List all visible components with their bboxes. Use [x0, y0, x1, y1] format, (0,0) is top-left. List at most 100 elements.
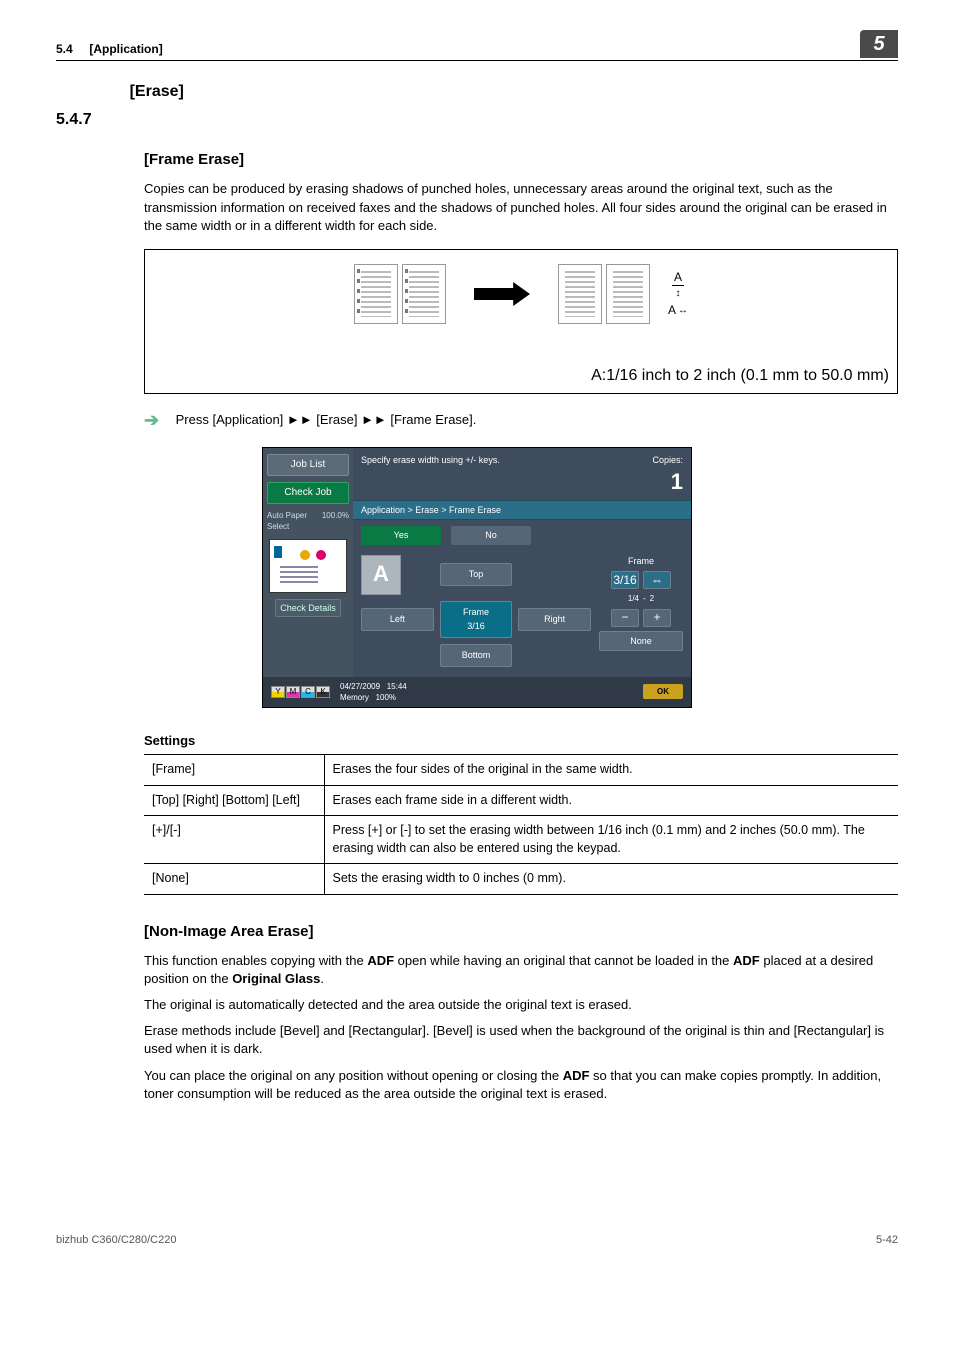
non-image-heading: [Non-Image Area Erase] — [144, 921, 898, 942]
running-header: 5.4 [Application] 5 — [56, 30, 898, 61]
non-image-p1: This function enables copying with the A… — [144, 952, 898, 988]
value-display-top-right: ⇔ — [643, 571, 671, 589]
document-after — [558, 264, 650, 324]
p1-c: open while having an original that canno… — [394, 953, 733, 968]
chapter-badge: 5 — [860, 30, 898, 58]
check-details-button[interactable]: Check Details — [275, 599, 341, 618]
no-button[interactable]: No — [451, 526, 531, 545]
zoom-percent: 100.0% — [322, 510, 349, 532]
footer-time: 15:44 — [387, 682, 407, 691]
nav-prefix: Press [Application] — [176, 412, 287, 427]
ui-breadcrumb: Application > Erase > Frame Erase — [353, 500, 691, 521]
none-button[interactable]: None — [599, 631, 683, 652]
auto-paper-label: Auto Paper Select — [267, 510, 322, 532]
section-number: 5.4.7 — [56, 109, 92, 131]
settings-table: [Frame]Erases the four sides of the orig… — [144, 754, 898, 895]
table-row: [+]/[-]Press [+] or [-] to set the erasi… — [144, 816, 898, 864]
nav-sep1: ►► — [287, 412, 313, 427]
footer-page: 5-42 — [876, 1233, 898, 1248]
copies-counter: Copies: 1 — [652, 454, 683, 497]
footer-model: bizhub C360/C280/C220 — [56, 1233, 176, 1248]
printer-ui-screenshot: Job List Check Job Auto Paper Select 100… — [262, 447, 692, 708]
minus-button[interactable]: − — [611, 609, 639, 627]
yes-button[interactable]: Yes — [361, 526, 441, 545]
job-list-button[interactable]: Job List — [267, 454, 349, 476]
setting-val: Erases the four sides of the original in… — [324, 755, 898, 786]
nav-step3: [Frame Erase]. — [390, 412, 476, 427]
frame-adjust-panel: Frame 3/16 ⇔ 1/4 - 2 − + None — [599, 555, 683, 667]
frame-button-value: 3/16 — [441, 620, 512, 633]
diagram-content: A ↕ A↔ — [145, 264, 897, 324]
document-before — [354, 264, 446, 324]
nav-step2: [Erase] — [316, 412, 361, 427]
header-sec-num: 5.4 — [56, 42, 73, 56]
orientation-icon: A — [361, 555, 401, 595]
margin-markers: A ↕ A↔ — [668, 269, 688, 320]
page-footer: bizhub C360/C280/C220 5-42 — [56, 1233, 898, 1248]
setting-val: Sets the erasing width to 0 inches (0 mm… — [324, 864, 898, 895]
arrow-icon — [474, 282, 530, 306]
check-job-button[interactable]: Check Job — [267, 482, 349, 504]
ui-main-area: Specify erase width using +/- keys. Copi… — [353, 448, 691, 676]
p1-g: . — [320, 971, 324, 986]
frame-panel-label: Frame — [599, 555, 683, 568]
bottom-button[interactable]: Bottom — [440, 644, 513, 667]
nav-sep2: ►► — [361, 412, 387, 427]
left-button[interactable]: Left — [361, 608, 434, 631]
footer-date: 04/27/2009 — [340, 682, 380, 691]
memory-value: 100% — [376, 693, 396, 702]
table-row: [Top] [Right] [Bottom] [Left]Erases each… — [144, 785, 898, 816]
diagram-caption: A:1/16 inch to 2 inch (0.1 mm to 50.0 mm… — [591, 365, 889, 387]
p1-glass: Original Glass — [232, 971, 320, 986]
marker-a-vert: A — [672, 269, 684, 287]
non-image-p4: You can place the original on any positi… — [144, 1067, 898, 1103]
p1-adf1: ADF — [367, 953, 394, 968]
setting-key: [+]/[-] — [144, 816, 324, 864]
settings-title: Settings — [144, 732, 898, 750]
header-sec-label: [Application] — [89, 42, 162, 56]
section-title: [Erase] — [130, 81, 184, 131]
marker-a-horz: A — [668, 302, 676, 319]
setting-val: Erases each frame side in a different wi… — [324, 785, 898, 816]
frame-erase-heading: [Frame Erase] — [144, 149, 898, 170]
p1-a: This function enables copying with the — [144, 953, 367, 968]
frame-button[interactable]: Frame 3/16 — [440, 601, 513, 638]
chapter-number: 5 — [873, 30, 884, 58]
hint-text: Specify erase width using +/- keys. — [361, 454, 500, 497]
ok-button[interactable]: OK — [643, 684, 683, 699]
setting-key: [Frame] — [144, 755, 324, 786]
ui-footer: Y M C K 04/27/2009 15:44 Memory 100% OK — [263, 677, 691, 707]
toner-levels: Y M C K — [271, 686, 330, 698]
toner-y: Y — [275, 686, 280, 697]
p4-a: You can place the original on any positi… — [144, 1068, 563, 1083]
setting-key: [Top] [Right] [Bottom] [Left] — [144, 785, 324, 816]
table-row: [None]Sets the erasing width to 0 inches… — [144, 864, 898, 895]
scale-right: 2 — [650, 593, 654, 604]
memory-label: Memory — [340, 693, 369, 702]
scale-left: 1/4 — [628, 593, 639, 604]
frame-erase-intro: Copies can be produced by erasing shadow… — [144, 180, 898, 235]
header-left: 5.4 [Application] — [56, 41, 163, 58]
setting-key: [None] — [144, 864, 324, 895]
datetime-block: 04/27/2009 15:44 Memory 100% — [340, 681, 407, 703]
copies-value: 1 — [652, 467, 683, 498]
value-display-top-left: 3/16 — [611, 571, 639, 589]
step-arrow-icon: ➔ — [144, 408, 158, 433]
table-row: [Frame]Erases the four sides of the orig… — [144, 755, 898, 786]
frame-erase-diagram: A ↕ A↔ A:1/16 inch to 2 inch (0.1 mm to … — [144, 249, 898, 394]
ui-left-column: Job List Check Job Auto Paper Select 100… — [263, 448, 353, 676]
non-image-p2: The original is automatically detected a… — [144, 996, 898, 1014]
p1-adf2: ADF — [733, 953, 760, 968]
toner-c: C — [305, 686, 311, 697]
top-button[interactable]: Top — [440, 563, 513, 586]
copies-label: Copies: — [652, 454, 683, 467]
navigation-instruction: ➔ Press [Application] ►► [Erase] ►► [Fra… — [144, 408, 898, 433]
auto-paper-indicator: Auto Paper Select 100.0% — [267, 510, 349, 532]
p4-adf: ADF — [563, 1068, 590, 1083]
right-button[interactable]: Right — [518, 608, 591, 631]
section-heading-row: 5.4.7 [Erase] — [56, 81, 898, 131]
toner-m: M — [290, 686, 297, 697]
non-image-p3: Erase methods include [Bevel] and [Recta… — [144, 1022, 898, 1058]
plus-button[interactable]: + — [643, 609, 671, 627]
page-preview — [269, 539, 347, 593]
